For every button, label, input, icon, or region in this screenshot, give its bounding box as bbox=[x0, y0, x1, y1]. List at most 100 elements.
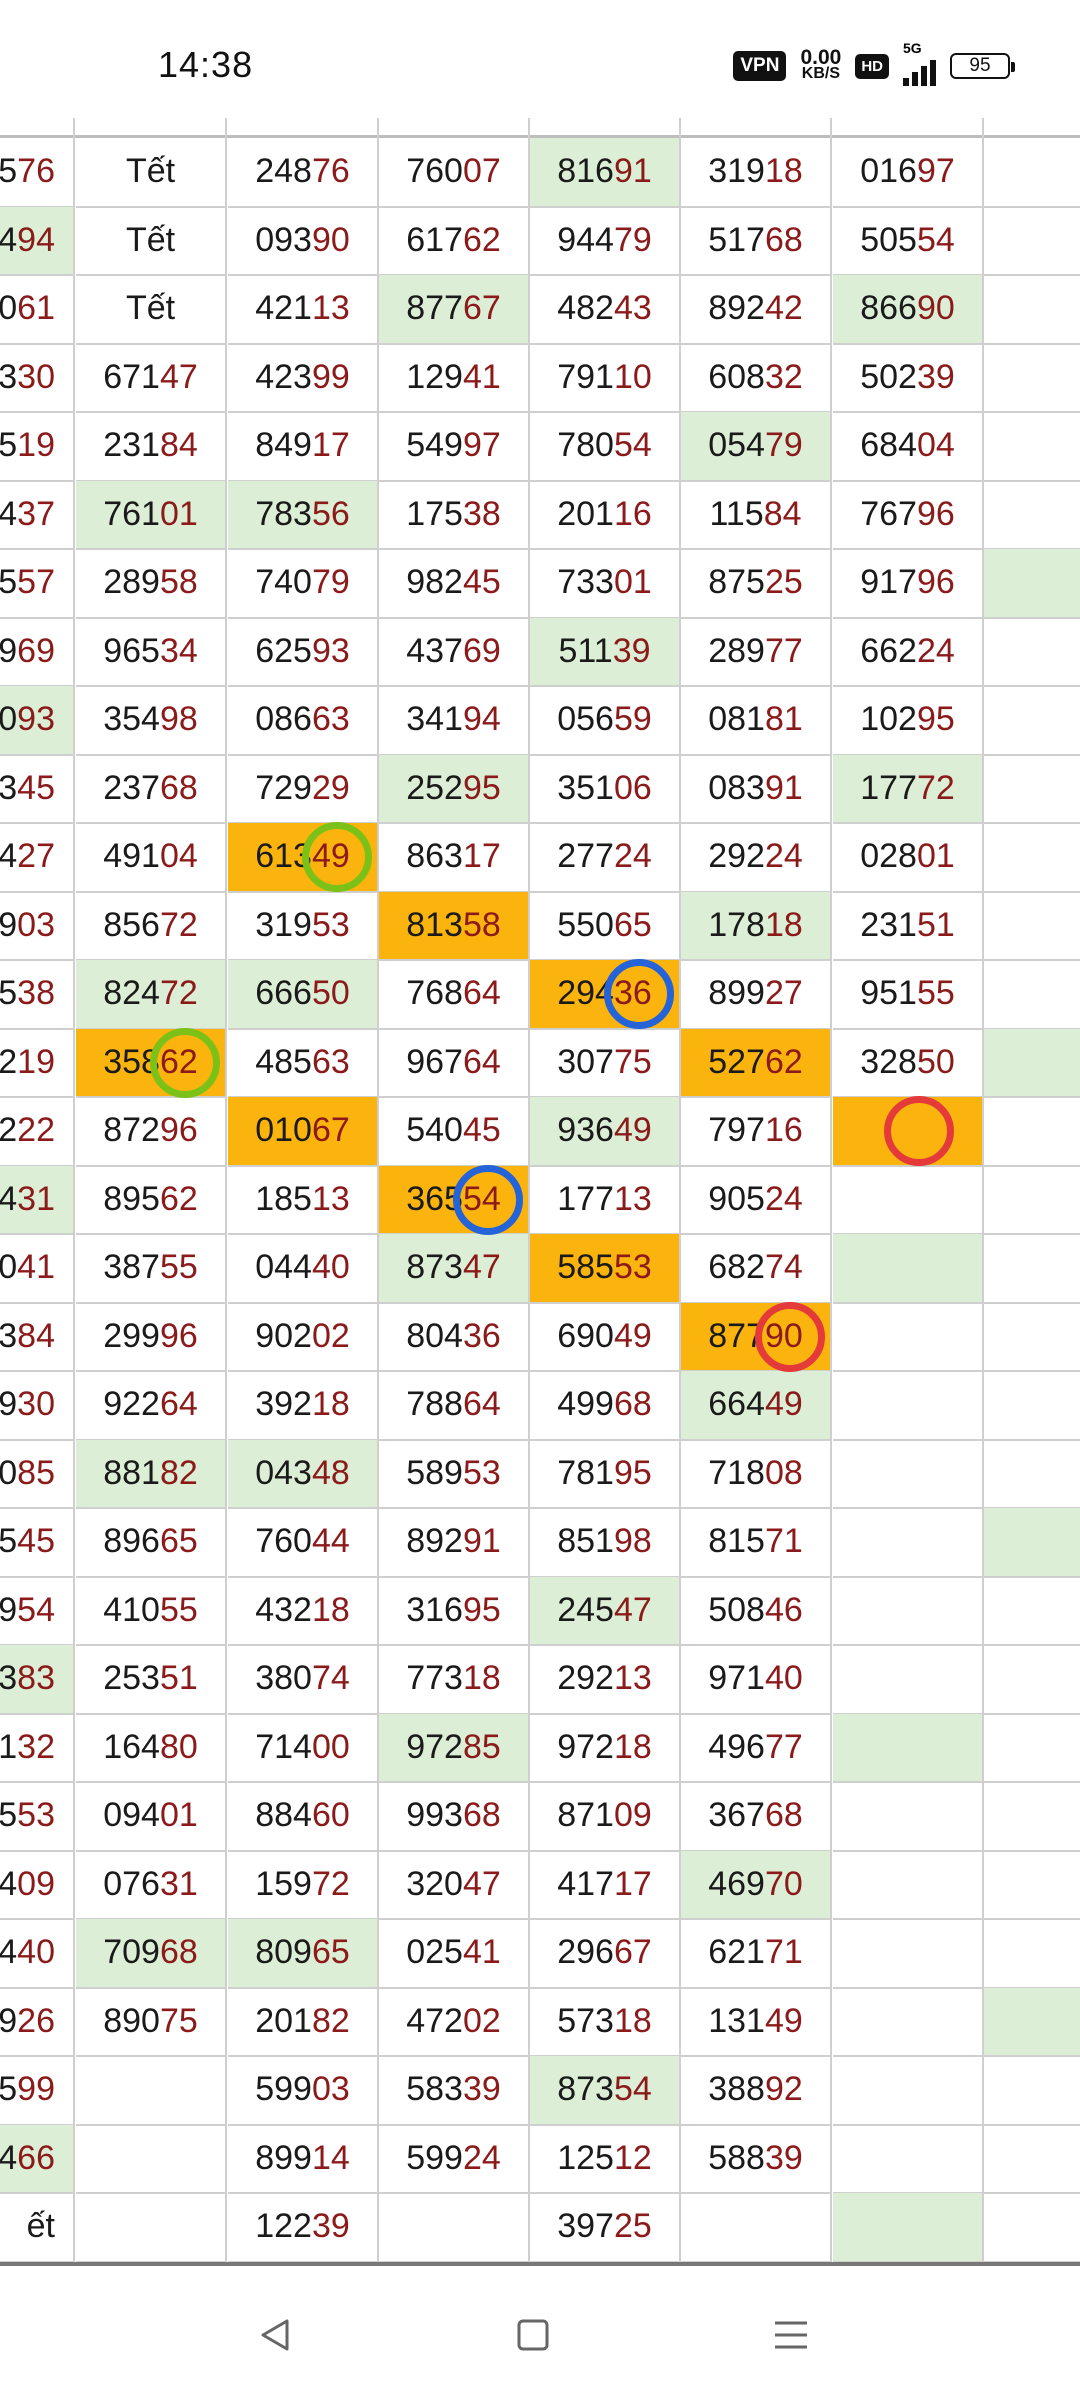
table-cell[interactable]: 320 47 bbox=[379, 1850, 530, 1920]
table-cell[interactable]: 890 75 bbox=[76, 1987, 227, 2057]
table-cell[interactable]: 613 49 bbox=[228, 823, 379, 893]
table-cell[interactable] bbox=[76, 2193, 227, 2263]
table-cell[interactable]: 599 03 bbox=[228, 2056, 379, 2126]
table-cell[interactable]: 388 92 bbox=[681, 2056, 832, 2126]
table-cell[interactable] bbox=[984, 344, 1080, 413]
table-cell[interactable] bbox=[76, 2124, 227, 2194]
table-cell[interactable]: 895 62 bbox=[76, 1165, 227, 1235]
table-cell[interactable]: 5 38 bbox=[0, 960, 75, 1030]
table-cell[interactable] bbox=[833, 1302, 984, 1372]
table-cell[interactable]: 307 75 bbox=[530, 1028, 681, 1098]
table-cell[interactable]: 245 47 bbox=[530, 1576, 681, 1646]
table-cell[interactable]: 432 18 bbox=[228, 1576, 379, 1646]
table-cell[interactable]: 9 03 bbox=[0, 891, 75, 961]
table-cell[interactable]: 729 29 bbox=[228, 754, 379, 824]
table-cell[interactable] bbox=[984, 1371, 1080, 1441]
table-cell[interactable]: 292 24 bbox=[681, 823, 832, 893]
table-cell[interactable]: 102 95 bbox=[833, 686, 984, 756]
table-cell[interactable]: 496 77 bbox=[681, 1713, 832, 1783]
table-cell[interactable]: 277 24 bbox=[530, 823, 681, 893]
table-cell[interactable]: 884 60 bbox=[228, 1782, 379, 1852]
table-cell[interactable] bbox=[984, 1919, 1080, 1989]
table-cell[interactable]: 788 64 bbox=[379, 1371, 530, 1441]
table-cell[interactable]: 253 51 bbox=[76, 1645, 227, 1715]
table-cell[interactable] bbox=[833, 1576, 984, 1646]
table-cell[interactable] bbox=[984, 1234, 1080, 1304]
table-cell[interactable] bbox=[984, 1645, 1080, 1715]
table-cell[interactable]: 608 32 bbox=[681, 343, 832, 413]
table-cell[interactable]: 877 67 bbox=[379, 275, 530, 345]
table-cell[interactable]: 809 65 bbox=[228, 1919, 379, 1989]
table-cell[interactable]: 351 06 bbox=[530, 754, 681, 824]
table-cell[interactable]: 690 49 bbox=[530, 1302, 681, 1372]
table-cell[interactable]: 354 98 bbox=[76, 686, 227, 756]
table-cell[interactable]: 583 39 bbox=[379, 2056, 530, 2126]
table-cell[interactable]: 482 43 bbox=[530, 275, 681, 345]
table-cell[interactable] bbox=[984, 138, 1080, 208]
table-cell[interactable]: 965 34 bbox=[76, 617, 227, 687]
table-cell[interactable] bbox=[833, 1234, 984, 1304]
table-cell[interactable]: 508 46 bbox=[681, 1576, 832, 1646]
table-cell[interactable] bbox=[984, 2056, 1080, 2126]
table-cell[interactable]: 863 17 bbox=[379, 823, 530, 893]
table-cell[interactable]: 993 68 bbox=[379, 1782, 530, 1852]
table-cell[interactable]: 380 74 bbox=[228, 1645, 379, 1715]
table-cell[interactable]: 871 09 bbox=[530, 1782, 681, 1852]
table-cell[interactable] bbox=[833, 2193, 984, 2263]
table-cell[interactable]: 664 49 bbox=[681, 1371, 832, 1441]
table-cell[interactable]: 294 36 bbox=[530, 960, 681, 1030]
table-cell[interactable]: 804 36 bbox=[379, 1302, 530, 1372]
table-cell[interactable] bbox=[984, 686, 1080, 756]
table-cell[interactable] bbox=[833, 2124, 984, 2194]
table-cell[interactable] bbox=[984, 1097, 1080, 1167]
table-cell[interactable] bbox=[984, 412, 1080, 482]
table-cell[interactable]: 505 54 bbox=[833, 206, 984, 276]
table-cell[interactable]: 527 62 bbox=[681, 1028, 832, 1098]
table-cell[interactable]: 437 69 bbox=[379, 617, 530, 687]
table-cell[interactable]: 122 39 bbox=[228, 2193, 379, 2263]
table-cell[interactable]: 9 30 bbox=[0, 1371, 75, 1441]
table-cell[interactable]: 951 55 bbox=[833, 960, 984, 1030]
table-cell[interactable]: 899 14 bbox=[228, 2124, 379, 2194]
table-cell[interactable]: 760 07 bbox=[379, 138, 530, 208]
table-cell[interactable]: 9 26 bbox=[0, 1987, 75, 2057]
table-cell[interactable]: 299 96 bbox=[76, 1302, 227, 1372]
table-cell[interactable]: 902 02 bbox=[228, 1302, 379, 1372]
table-cell[interactable]: 849 17 bbox=[228, 412, 379, 482]
table-cell[interactable]: 740 79 bbox=[228, 549, 379, 619]
table-cell[interactable]: 421 13 bbox=[228, 275, 379, 345]
table-cell[interactable]: 9 69 bbox=[0, 617, 75, 687]
table-cell[interactable]: 177 13 bbox=[530, 1165, 681, 1235]
table-cell[interactable]: 3 84 bbox=[0, 1302, 75, 1372]
table-cell[interactable]: 499 68 bbox=[530, 1371, 681, 1441]
table-cell[interactable]: 982 45 bbox=[379, 549, 530, 619]
table-cell[interactable] bbox=[833, 1987, 984, 2057]
table-cell[interactable]: 231 51 bbox=[833, 891, 984, 961]
table-cell[interactable] bbox=[833, 1645, 984, 1715]
table-cell[interactable]: 423 99 bbox=[228, 343, 379, 413]
table-cell[interactable]: 358 62 bbox=[76, 1028, 227, 1098]
table-cell[interactable] bbox=[379, 2193, 530, 2263]
table-cell[interactable]: 813 58 bbox=[379, 891, 530, 961]
table-cell[interactable]: 585 53 bbox=[530, 1234, 681, 1304]
table-cell[interactable]: 815 71 bbox=[681, 1508, 832, 1578]
table-cell[interactable]: 767 96 bbox=[833, 480, 984, 550]
table-cell[interactable] bbox=[984, 2193, 1080, 2263]
table-cell[interactable]: 025 41 bbox=[379, 1919, 530, 1989]
table-cell[interactable]: 682 74 bbox=[681, 1234, 832, 1304]
table-cell[interactable] bbox=[833, 1919, 984, 1989]
table-cell[interactable]: 289 77 bbox=[681, 617, 832, 687]
table-cell[interactable] bbox=[984, 549, 1080, 619]
table-cell[interactable]: 4 31 bbox=[0, 1165, 75, 1235]
table-cell[interactable]: 201 16 bbox=[530, 480, 681, 550]
table-cell[interactable]: 621 71 bbox=[681, 1919, 832, 1989]
table-cell[interactable] bbox=[833, 1850, 984, 1920]
table-cell[interactable]: 093 90 bbox=[228, 206, 379, 276]
table-cell[interactable] bbox=[984, 892, 1080, 961]
table-cell[interactable] bbox=[984, 823, 1080, 893]
table-cell[interactable]: 296 67 bbox=[530, 1919, 681, 1989]
table-cell[interactable]: 5 99 bbox=[0, 2056, 75, 2126]
table-cell[interactable]: 201 82 bbox=[228, 1987, 379, 2057]
table-cell[interactable] bbox=[833, 1782, 984, 1852]
table-cell[interactable]: 0 85 bbox=[0, 1439, 75, 1509]
